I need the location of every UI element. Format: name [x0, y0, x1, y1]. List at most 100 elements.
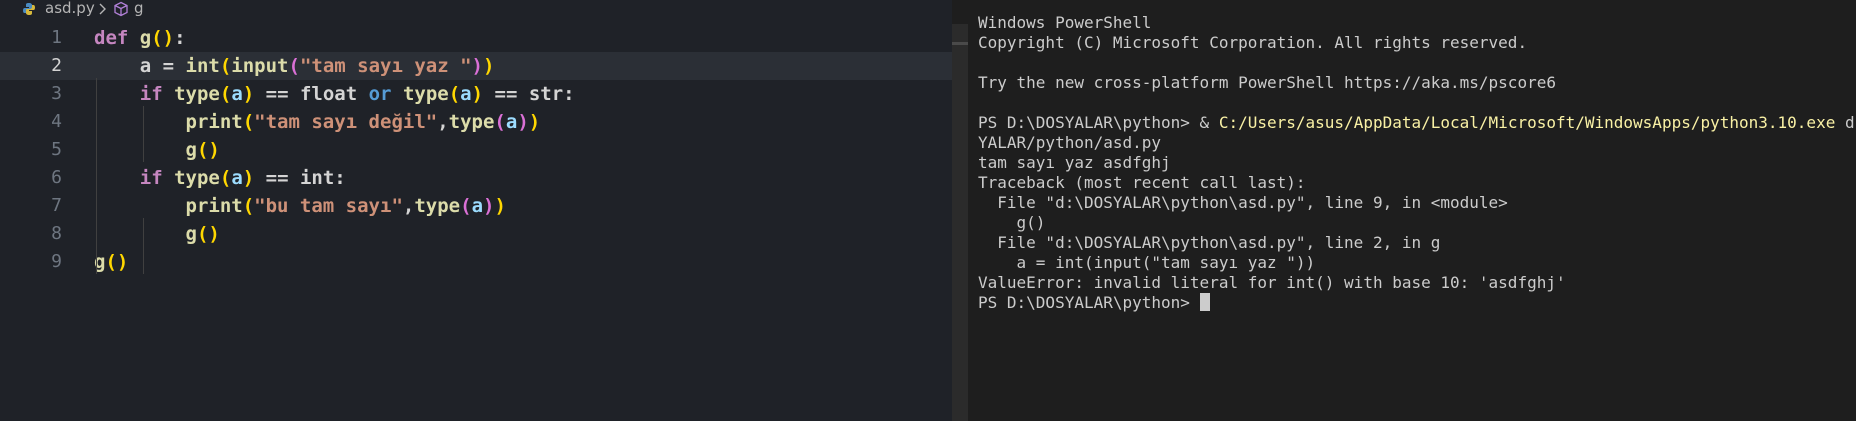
terminal-line: PS D:\DOSYALAR\python> & C:/Users/asus/A… — [978, 113, 1856, 133]
code-token: ) — [528, 111, 541, 133]
terminal-line: File "d:\DOSYALAR\python\asd.py", line 9… — [978, 193, 1508, 213]
code-token: if — [139, 167, 175, 189]
chevron-right-icon — [99, 3, 106, 15]
code-token: def — [94, 27, 140, 49]
terminal-line: YALAR/python/asd.py — [978, 133, 1161, 153]
code-token: "bu tam sayı" — [254, 195, 403, 217]
code-token: ) — [517, 111, 529, 133]
code-line[interactable]: 1 def g(): — [0, 24, 952, 52]
line-number: 9 — [51, 251, 62, 272]
terminal-text: YALAR/python/asd.py — [978, 133, 1162, 152]
terminal-text: a = int(input("tam sayı yaz ")) — [978, 253, 1316, 272]
terminal-text: File "d:\DOSYALAR\python\asd.py", line 2… — [978, 233, 1441, 252]
terminal-text: PS D:\DOSYALAR\python> — [978, 293, 1200, 312]
code-token: , — [402, 195, 415, 217]
line-number: 1 — [51, 27, 62, 48]
code-line[interactable]: 3 if type(a) == float or type(a) == str: — [0, 80, 952, 108]
code-editor[interactable]: asd.py g 1 def g(): 2 a = int(input("tam s… — [0, 0, 952, 421]
breadcrumb-symbol[interactable]: g — [134, 0, 144, 17]
line-number: 8 — [51, 223, 62, 244]
code-token: g — [185, 139, 197, 161]
editor-scrollbar[interactable] — [952, 24, 968, 421]
code-token: () — [196, 139, 220, 161]
code-token: a — [231, 167, 243, 189]
code-token: == str: — [483, 83, 575, 105]
code-text: g() — [94, 248, 128, 276]
code-token: a = — [94, 55, 186, 77]
code-token: ( — [460, 195, 472, 217]
code-token: , — [437, 111, 449, 133]
code-line[interactable]: 2 a = int(input("tam sayı yaz ")) — [0, 52, 952, 80]
code-token: print — [185, 195, 243, 217]
code-token: a — [460, 83, 472, 105]
code-token: g — [139, 27, 152, 49]
terminal-text: Try the new cross-platform PowerShell ht… — [978, 73, 1556, 92]
code-token: type — [174, 167, 220, 189]
code-text: print("tam sayı değil",type(a)) — [94, 108, 541, 136]
terminal-text: ValueError: invalid literal for int() wi… — [978, 273, 1566, 292]
terminal-line: PS D:\DOSYALAR\python> — [978, 293, 1210, 313]
terminal-text: Windows PowerShell — [978, 13, 1152, 32]
code-token: ( — [242, 195, 255, 217]
breadcrumb-file[interactable]: asd.py — [45, 0, 95, 17]
indent-guide — [143, 106, 144, 162]
code-token: "tam sayı yaz " — [299, 55, 472, 77]
code-token: "tam sayı değil" — [254, 111, 438, 133]
code-token: g — [185, 223, 197, 245]
code-token: if — [139, 83, 175, 105]
python-file-icon — [23, 3, 35, 15]
code-line[interactable]: 7 print("bu tam sayı",type(a)) — [0, 192, 952, 220]
code-token: type — [174, 83, 220, 105]
cube-icon — [114, 1, 128, 17]
terminal-line: ValueError: invalid literal for int() wi… — [978, 273, 1566, 293]
code-token: == float — [254, 83, 369, 105]
code-token: type — [402, 83, 449, 105]
code-token: ) — [471, 83, 484, 105]
line-number: 4 — [51, 111, 62, 132]
terminal-text: File "d:\DOSYALAR\python\asd.py", line 9… — [978, 193, 1508, 212]
terminal-text: Copyright (C) Microsoft Corporation. All… — [978, 33, 1528, 52]
code-token: == int: — [254, 167, 346, 189]
code-text: if type(a) == float or type(a) == str: — [94, 80, 575, 108]
scrollbar-marker — [952, 42, 968, 45]
terminal-line: g() — [978, 213, 1046, 233]
terminal-line: Traceback (most recent call last): — [978, 173, 1306, 193]
code-token: : — [174, 27, 186, 49]
code-token: ) — [242, 167, 255, 189]
terminal-line: Windows PowerShell — [978, 13, 1151, 33]
code-token: int — [185, 55, 220, 77]
terminal-panel[interactable]: Windows PowerShell Copyright (C) Microsof… — [968, 0, 1856, 421]
terminal-text: Traceback (most recent call last): — [978, 173, 1306, 192]
code-token: () — [105, 251, 129, 273]
code-token: ) — [483, 55, 495, 77]
code-token: ( — [219, 83, 232, 105]
terminal-line: tam sayı yaz asdfghj — [978, 153, 1171, 173]
code-token: () — [196, 223, 220, 245]
terminal-text: tam sayı yaz asdfghj — [978, 153, 1171, 172]
terminal-text: d:/DOS — [1844, 113, 1856, 132]
code-token: type — [448, 111, 495, 133]
code-token: ( — [242, 111, 255, 133]
terminal-line: Try the new cross-platform PowerShell ht… — [978, 73, 1556, 93]
terminal-text: C:/Users/asus/AppData/Local/Microsoft/Wi… — [1218, 113, 1836, 132]
code-token: ) — [483, 195, 495, 217]
terminal-text: PS D:\DOSYALAR\python> & — [978, 113, 1219, 132]
code-token: () — [151, 27, 175, 49]
code-token: a — [471, 195, 484, 217]
code-token: a — [231, 83, 243, 105]
indent-guide — [143, 218, 144, 274]
line-number: 6 — [51, 167, 62, 188]
terminal-cursor — [1199, 293, 1210, 311]
line-number: 5 — [51, 139, 62, 160]
code-token: ) — [242, 83, 255, 105]
code-text: g() — [94, 220, 220, 248]
code-text: g() — [94, 136, 220, 164]
code-line[interactable]: 6 if type(a) == int: — [0, 164, 952, 192]
code-text: def g(): — [94, 24, 186, 52]
code-text: a = int(input("tam sayı yaz ")) — [94, 52, 495, 80]
code-token: ) — [494, 195, 506, 217]
